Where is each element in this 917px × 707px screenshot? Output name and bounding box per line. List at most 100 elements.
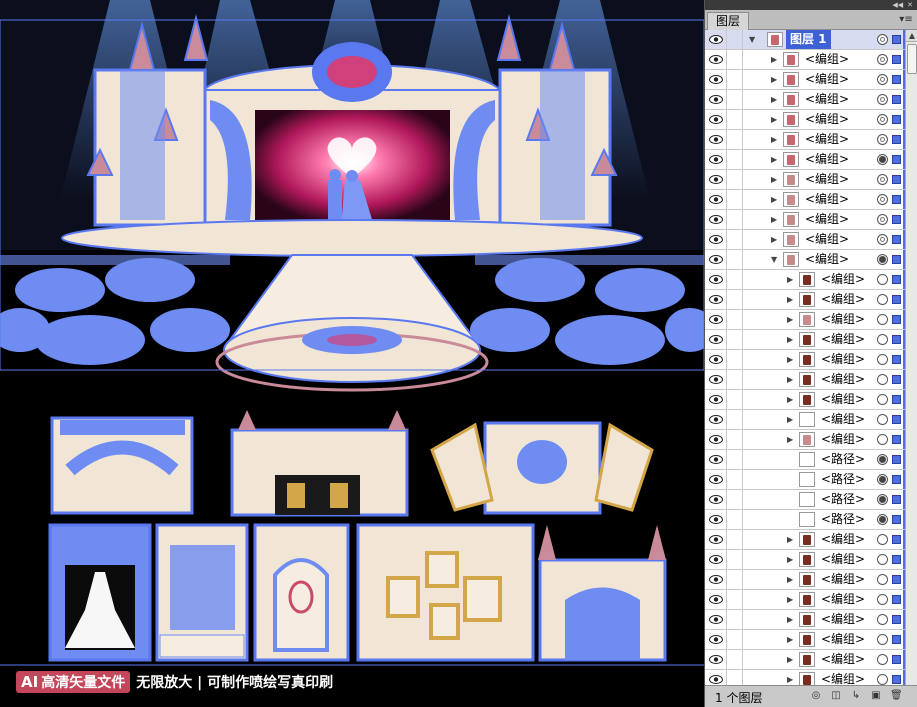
visibility-toggle[interactable]	[705, 210, 727, 229]
lock-toggle[interactable]	[727, 410, 743, 429]
layer-name[interactable]: <编组>	[805, 50, 849, 69]
selection-square-icon[interactable]	[892, 135, 901, 144]
layer-name[interactable]: <编组>	[821, 410, 865, 429]
layer-name[interactable]: <编组>	[805, 110, 849, 129]
layer-row[interactable]: ▶ <编组>	[705, 170, 905, 190]
expand-triangle-icon[interactable]: ▶	[787, 535, 795, 545]
layer-row[interactable]: ▶ <编组>	[705, 190, 905, 210]
selection-square-icon[interactable]	[892, 175, 901, 184]
lock-toggle[interactable]	[727, 370, 743, 389]
layer-name[interactable]: <编组>	[821, 330, 865, 349]
target-circle-icon[interactable]	[877, 534, 888, 545]
new-sublayer-icon[interactable]: ↳	[850, 690, 862, 702]
expand-triangle-icon[interactable]: ▶	[787, 635, 795, 645]
visibility-toggle[interactable]	[705, 190, 727, 209]
layer-row[interactable]: ▶ <编组>	[705, 370, 905, 390]
layer-name[interactable]: <路径>	[821, 510, 865, 529]
new-layer-icon[interactable]: ▣	[870, 690, 882, 702]
selection-square-icon[interactable]	[892, 55, 901, 64]
layer-name[interactable]: <编组>	[821, 370, 865, 389]
target-circle-icon[interactable]	[877, 674, 888, 685]
layer-name[interactable]: <编组>	[805, 190, 849, 209]
expand-triangle-icon[interactable]: ▶	[771, 215, 779, 225]
visibility-toggle[interactable]	[705, 490, 727, 509]
visibility-toggle[interactable]	[705, 90, 727, 109]
layer-row-top[interactable]: ▼ 图层 1	[705, 30, 905, 50]
panel-menu-icon[interactable]: ▾≡	[899, 14, 913, 26]
selection-square-icon[interactable]	[892, 215, 901, 224]
target-circle-icon[interactable]	[877, 434, 888, 445]
expand-triangle-icon[interactable]: ▶	[787, 615, 795, 625]
visibility-toggle[interactable]	[705, 530, 727, 549]
visibility-toggle[interactable]	[705, 450, 727, 469]
layer-row[interactable]: ▶ <编组>	[705, 570, 905, 590]
scroll-up-icon[interactable]: ▲	[906, 30, 917, 42]
target-circle-icon[interactable]	[877, 154, 888, 165]
lock-toggle[interactable]	[727, 110, 743, 129]
layer-name[interactable]: <编组>	[805, 250, 849, 269]
target-circle-icon[interactable]	[877, 514, 888, 525]
layer-row[interactable]: ▶ <编组>	[705, 550, 905, 570]
visibility-toggle[interactable]	[705, 250, 727, 269]
visibility-toggle[interactable]	[705, 550, 727, 569]
target-circle-icon[interactable]	[877, 174, 888, 185]
layer-row[interactable]: ▶ <编组>	[705, 230, 905, 250]
layer-name[interactable]: <编组>	[821, 430, 865, 449]
selection-square-icon[interactable]	[892, 375, 901, 384]
lock-toggle[interactable]	[727, 510, 743, 529]
layer-name[interactable]: <编组>	[821, 590, 865, 609]
visibility-toggle[interactable]	[705, 290, 727, 309]
expand-triangle-icon[interactable]: ▶	[787, 295, 795, 305]
layer-name[interactable]: <编组>	[821, 310, 865, 329]
expand-triangle-icon[interactable]: ▶	[771, 155, 779, 165]
lock-toggle[interactable]	[727, 390, 743, 409]
expand-triangle-icon[interactable]: ▶	[771, 95, 779, 105]
target-circle-icon[interactable]	[877, 414, 888, 425]
lock-toggle[interactable]	[727, 530, 743, 549]
selection-square-icon[interactable]	[892, 655, 901, 664]
target-circle-icon[interactable]	[877, 354, 888, 365]
layer-row[interactable]: ▶ <编组>	[705, 90, 905, 110]
selection-square-icon[interactable]	[892, 155, 901, 164]
target-circle-icon[interactable]	[877, 254, 888, 265]
lock-toggle[interactable]	[727, 90, 743, 109]
expand-triangle-icon[interactable]: ▶	[787, 275, 795, 285]
visibility-toggle[interactable]	[705, 610, 727, 629]
visibility-toggle[interactable]	[705, 390, 727, 409]
expand-triangle-icon[interactable]: ▶	[787, 375, 795, 385]
selection-square-icon[interactable]	[892, 95, 901, 104]
expand-triangle-icon[interactable]: ▶	[787, 575, 795, 585]
expand-triangle-icon[interactable]: ▶	[787, 395, 795, 405]
selection-square-icon[interactable]	[892, 635, 901, 644]
lock-toggle[interactable]	[727, 590, 743, 609]
layer-row[interactable]: ▶ <编组>	[705, 650, 905, 670]
target-circle-icon[interactable]	[877, 474, 888, 485]
selection-square-icon[interactable]	[892, 595, 901, 604]
lock-toggle[interactable]	[727, 350, 743, 369]
selection-square-icon[interactable]	[892, 515, 901, 524]
expand-triangle-icon[interactable]: ▶	[771, 55, 779, 65]
target-circle-icon[interactable]	[877, 614, 888, 625]
layer-row[interactable]: ▶ <编组>	[705, 270, 905, 290]
collapse-panel-icon[interactable]: ◀◀	[892, 0, 903, 10]
lock-toggle[interactable]	[727, 630, 743, 649]
target-circle-icon[interactable]	[877, 134, 888, 145]
target-circle-icon[interactable]	[877, 574, 888, 585]
target-circle-icon[interactable]	[877, 634, 888, 645]
lock-toggle[interactable]	[727, 290, 743, 309]
expand-triangle-icon[interactable]: ▶	[787, 335, 795, 345]
layer-name[interactable]: <编组>	[821, 350, 865, 369]
visibility-toggle[interactable]	[705, 110, 727, 129]
selection-square-icon[interactable]	[892, 315, 901, 324]
target-circle-icon[interactable]	[877, 94, 888, 105]
layer-name[interactable]: 图层 1	[786, 30, 831, 49]
lock-toggle[interactable]	[727, 650, 743, 669]
expand-triangle-icon[interactable]: ▶	[771, 135, 779, 145]
target-circle-icon[interactable]	[877, 594, 888, 605]
layer-name[interactable]: <编组>	[805, 210, 849, 229]
visibility-toggle[interactable]	[705, 430, 727, 449]
layer-row[interactable]: ▶ <编组>	[705, 410, 905, 430]
expand-triangle-icon[interactable]: ▶	[787, 595, 795, 605]
expand-triangle-icon[interactable]: ▶	[787, 675, 795, 685]
expand-triangle-icon[interactable]: ▶	[787, 355, 795, 365]
